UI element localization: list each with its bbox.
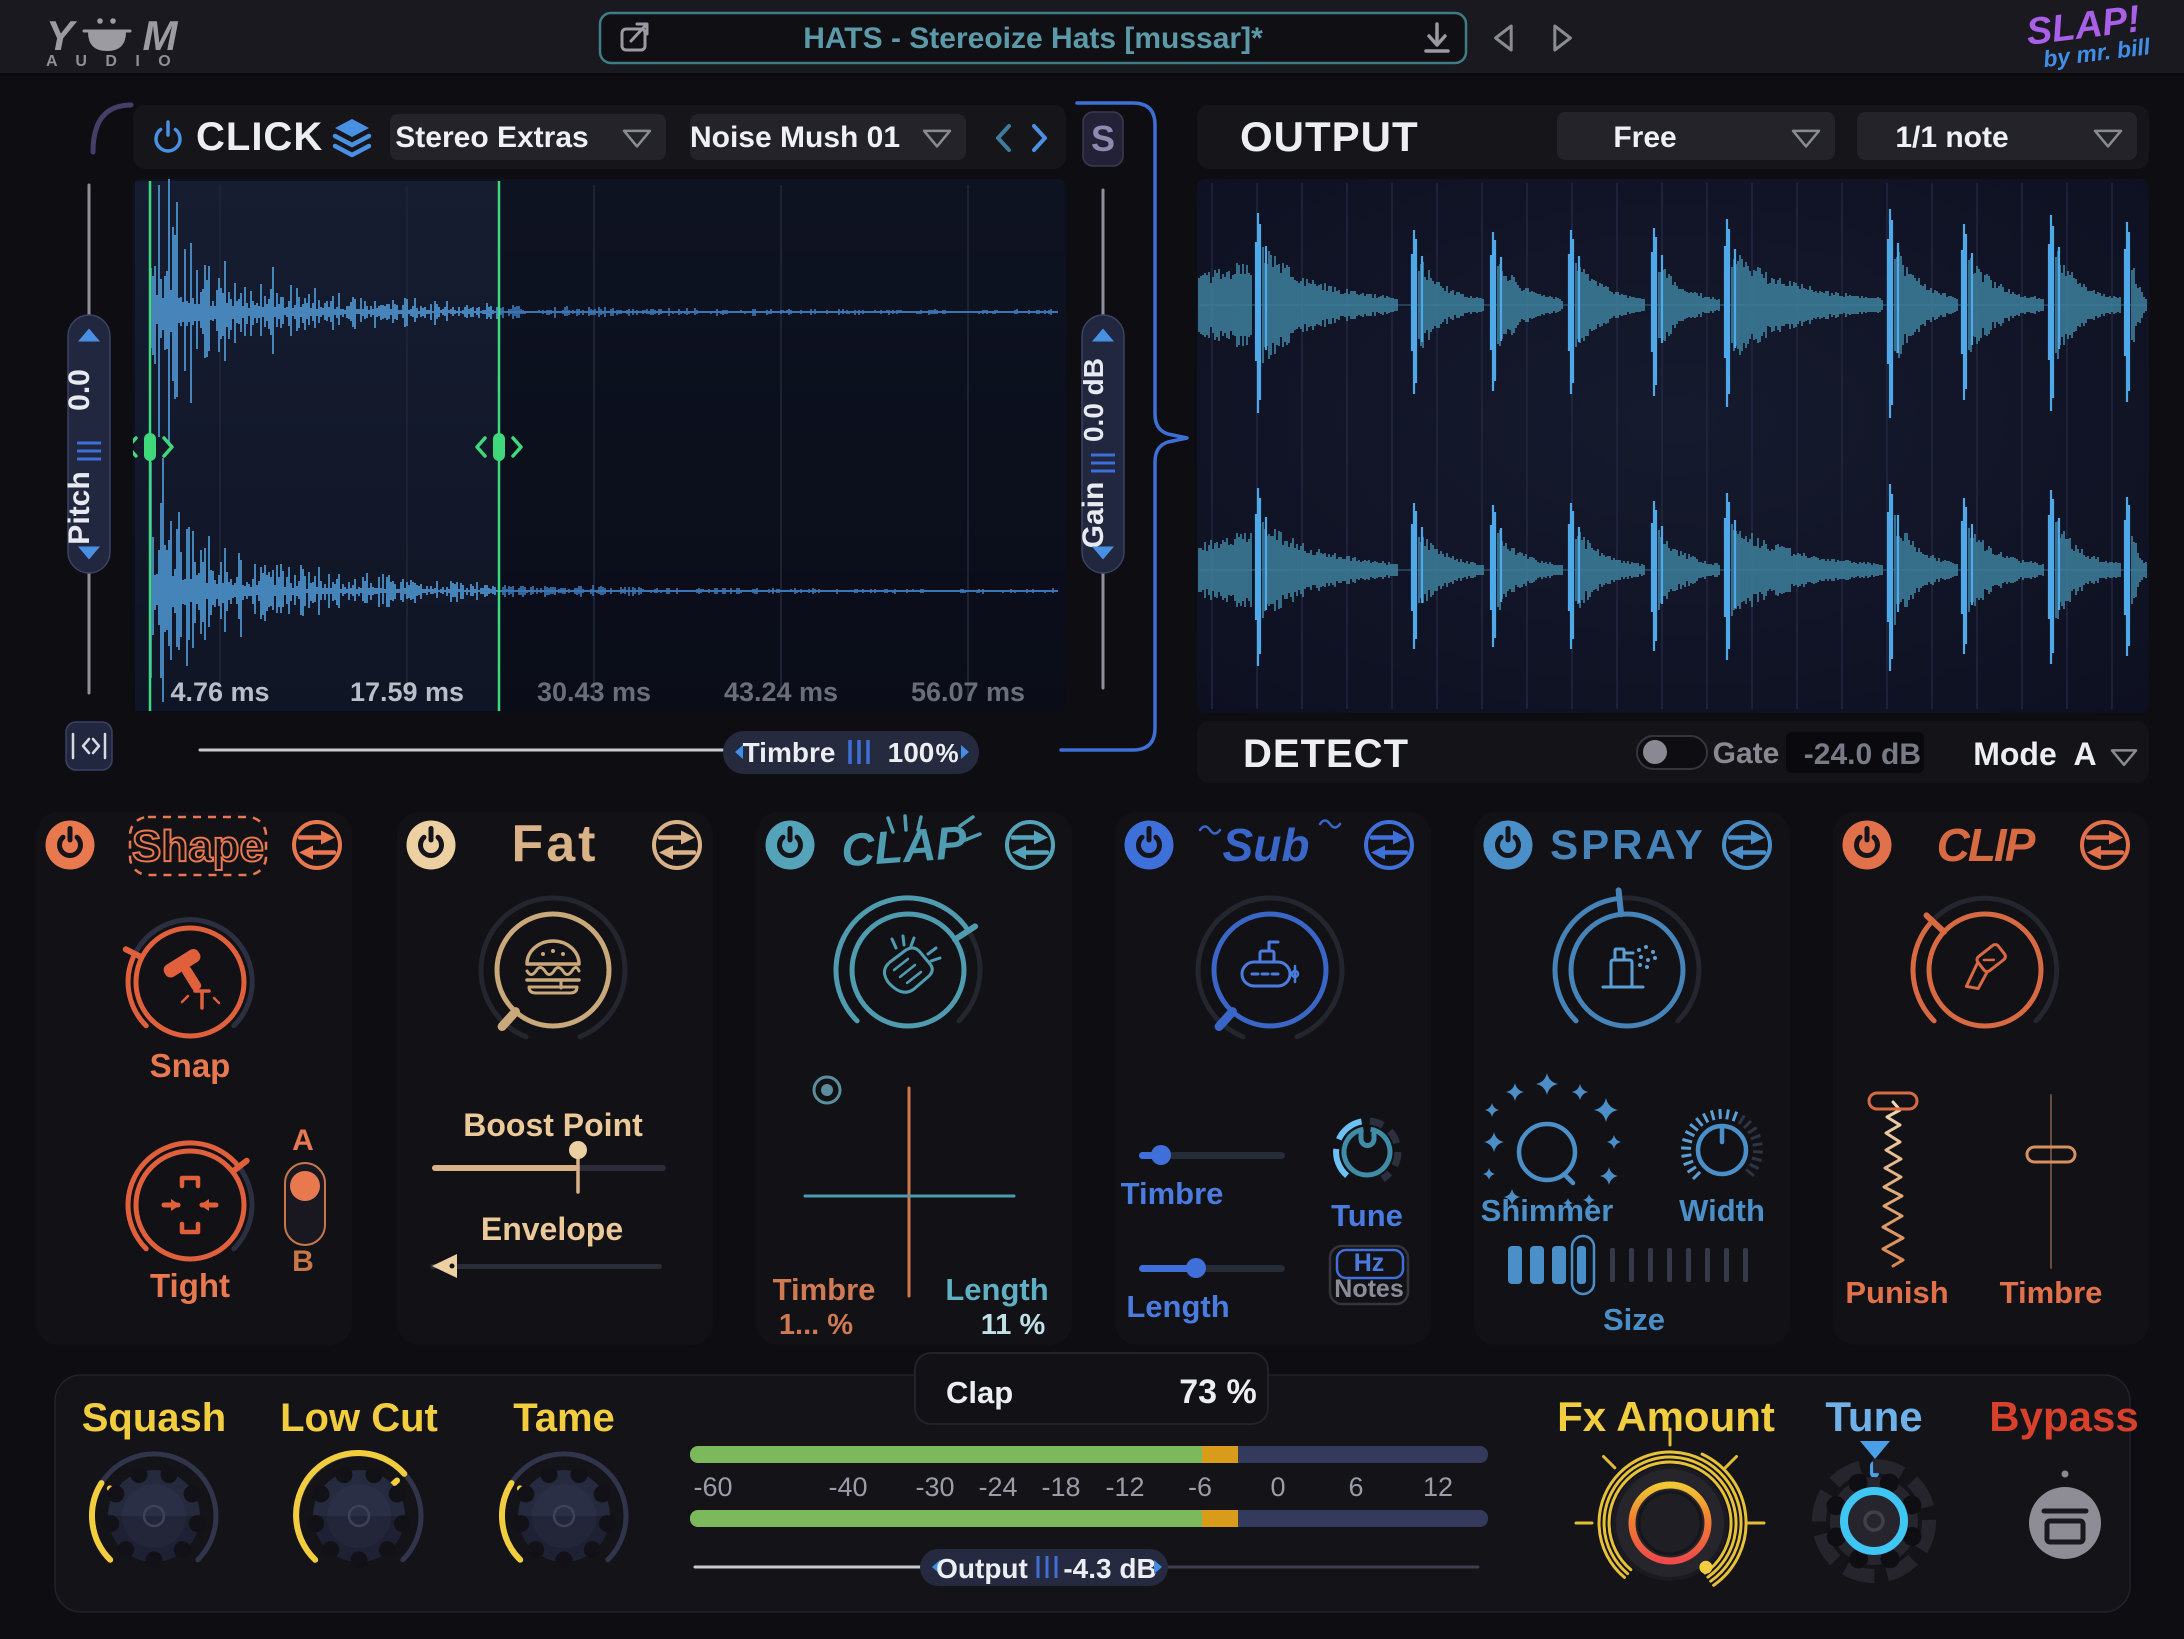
svg-text:17.59 ms: 17.59 ms xyxy=(350,677,464,707)
svg-text:0.0: 0.0 xyxy=(63,369,96,411)
svg-text:dB: dB xyxy=(1881,738,1921,771)
svg-text:Low Cut: Low Cut xyxy=(280,1396,438,1440)
svg-text:Size: Size xyxy=(1603,1302,1665,1337)
svg-text:Width: Width xyxy=(1679,1193,1765,1228)
svg-text:-12: -12 xyxy=(1105,1472,1144,1502)
svg-text:11 %: 11 % xyxy=(981,1309,1046,1341)
svg-text:CLICK: CLICK xyxy=(196,115,323,159)
svg-text:Timbre: Timbre xyxy=(1121,1176,1224,1211)
svg-text:Tame: Tame xyxy=(513,1396,615,1440)
svg-text:1/1 note: 1/1 note xyxy=(1895,121,2008,154)
svg-text:S: S xyxy=(1091,118,1115,159)
svg-text:-40: -40 xyxy=(828,1472,867,1502)
svg-text:Snap: Snap xyxy=(150,1047,231,1084)
svg-text:-18: -18 xyxy=(1041,1472,1080,1502)
svg-text:Hz: Hz xyxy=(1354,1249,1385,1277)
svg-text:HATS - Stereoize Hats [mussar]: HATS - Stereoize Hats [mussar]* xyxy=(803,22,1263,55)
svg-text:Timbre: Timbre xyxy=(773,1272,876,1307)
svg-text:Squash: Squash xyxy=(82,1396,226,1440)
svg-text:Timbre: Timbre xyxy=(2000,1275,2103,1310)
svg-text:Sub: Sub xyxy=(1223,819,1310,871)
svg-text:Fx Amount: Fx Amount xyxy=(1557,1393,1775,1440)
svg-text:Length: Length xyxy=(945,1272,1048,1307)
svg-text:Envelope: Envelope xyxy=(481,1211,623,1247)
svg-text:SPRAY: SPRAY xyxy=(1550,821,1706,868)
svg-text:Mode: Mode xyxy=(1973,736,2057,772)
svg-text:Output: Output xyxy=(936,1553,1028,1584)
svg-text:-30: -30 xyxy=(915,1472,954,1502)
svg-text:B: B xyxy=(292,1245,314,1278)
svg-text:-24: -24 xyxy=(978,1472,1017,1502)
svg-text:0: 0 xyxy=(1270,1472,1285,1502)
svg-text:Pitch: Pitch xyxy=(63,471,96,544)
svg-text:-24.0: -24.0 xyxy=(1804,738,1872,771)
svg-text:Length: Length xyxy=(1126,1289,1229,1324)
svg-text:0.0 dB: 0.0 dB xyxy=(1078,358,1109,442)
svg-text:OUTPUT: OUTPUT xyxy=(1240,113,1419,160)
svg-text:Stereo Extras: Stereo Extras xyxy=(395,121,588,154)
svg-text:Gate: Gate xyxy=(1713,737,1780,770)
svg-text:A: A xyxy=(2073,736,2096,772)
svg-text:Fat: Fat xyxy=(512,815,599,873)
svg-text:Punish: Punish xyxy=(1845,1275,1948,1310)
svg-text:Tune: Tune xyxy=(1825,1393,1922,1440)
svg-text:Shimmer: Shimmer xyxy=(1481,1193,1614,1228)
svg-text:-60: -60 xyxy=(693,1472,732,1502)
svg-text:Tight: Tight xyxy=(150,1267,230,1304)
svg-text:Timbre: Timbre xyxy=(743,737,836,768)
svg-text:A U D I O: A U D I O xyxy=(46,53,178,70)
svg-text:100: 100 xyxy=(888,737,935,768)
svg-text:73 %: 73 % xyxy=(1179,1373,1257,1411)
svg-text:12: 12 xyxy=(1423,1472,1453,1502)
svg-text:43.24 ms: 43.24 ms xyxy=(724,677,838,707)
svg-text:Free: Free xyxy=(1613,121,1676,154)
svg-text:56.07 ms: 56.07 ms xyxy=(911,677,1025,707)
svg-text:M: M xyxy=(143,12,179,59)
svg-text:Notes: Notes xyxy=(1334,1275,1403,1303)
svg-text:Tune: Tune xyxy=(1331,1198,1403,1233)
svg-text:Y: Y xyxy=(46,12,78,59)
svg-text:30.43 ms: 30.43 ms xyxy=(537,677,651,707)
svg-text:6: 6 xyxy=(1348,1472,1363,1502)
svg-text:Clap: Clap xyxy=(946,1375,1013,1410)
svg-text:1... %: 1... % xyxy=(779,1309,853,1341)
svg-text:Shape: Shape xyxy=(132,822,264,871)
svg-text:DETECT: DETECT xyxy=(1243,732,1409,776)
svg-text:-4.3 dB: -4.3 dB xyxy=(1063,1553,1156,1584)
svg-text:-6: -6 xyxy=(1188,1472,1212,1502)
svg-text:Gain: Gain xyxy=(1077,482,1110,549)
svg-text:CLIP: CLIP xyxy=(1937,819,2036,871)
svg-text:Boost Point: Boost Point xyxy=(463,1107,643,1143)
svg-text:Bypass: Bypass xyxy=(1989,1393,2138,1440)
svg-text:Noise Mush 01: Noise Mush 01 xyxy=(690,121,900,154)
svg-text:4.76 ms: 4.76 ms xyxy=(170,677,269,707)
svg-text:A: A xyxy=(292,1124,314,1157)
svg-text:%: % xyxy=(935,738,958,768)
